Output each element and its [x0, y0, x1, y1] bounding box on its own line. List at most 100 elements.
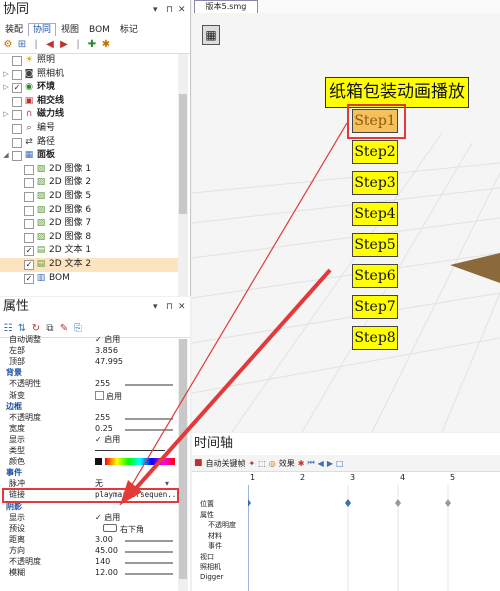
close-icon[interactable]: ✕ — [178, 0, 186, 20]
step-button[interactable]: Step3 — [352, 171, 398, 195]
tree-item[interactable]: ▷ ✓ ◉ 环境 — [0, 81, 178, 95]
checkbox[interactable] — [95, 390, 104, 400]
pin-icon[interactable]: ⊓ — [166, 297, 173, 317]
property-row[interactable]: 自动调整 ✓ 启用 — [0, 335, 178, 346]
visibility-checkbox[interactable]: ✓ — [24, 246, 34, 257]
step-button[interactable]: Step5 — [352, 233, 398, 257]
category-icon[interactable]: ☷ — [2, 323, 14, 335]
tree-item[interactable]: ▷ ∩ 磁力线 — [0, 108, 178, 122]
property-row[interactable]: 颜色 — [0, 457, 178, 468]
line-type-select[interactable] — [95, 446, 165, 457]
property-row[interactable]: 链接 playmarkersequen... — [0, 490, 181, 501]
tree-item[interactable]: ◢ ▦ 面板 — [0, 149, 178, 163]
refresh-icon[interactable]: ↻ — [30, 323, 42, 335]
visibility-checkbox[interactable] — [24, 191, 34, 202]
film-icon[interactable]: ▦ — [202, 25, 220, 45]
camera-key-icon[interactable]: ◎ — [269, 459, 276, 468]
expand-icon[interactable]: ▷ — [2, 108, 10, 122]
document-tab[interactable]: 版本5.smg — [194, 0, 258, 13]
tree-item[interactable]: ▨ 2D 图像 8 — [0, 231, 178, 245]
dropdown-icon[interactable]: ▾ — [153, 297, 158, 317]
property-row[interactable]: 不透明度 255 — [0, 413, 178, 424]
property-value[interactable]: 0.25 — [95, 424, 113, 435]
property-value[interactable]: 启用 — [95, 390, 122, 403]
tree-scrollbar[interactable] — [178, 54, 188, 296]
visibility-checkbox[interactable]: ✓ — [24, 259, 34, 270]
track-label[interactable]: Digger — [200, 573, 223, 581]
track-label[interactable]: 事件 — [208, 541, 222, 551]
visibility-checkbox[interactable] — [24, 164, 34, 175]
properties-scrollbar[interactable] — [178, 339, 188, 591]
property-value[interactable]: 45.00 — [95, 546, 118, 557]
move-left-icon[interactable]: ◀ — [44, 39, 56, 51]
step-button[interactable]: Step6 — [352, 264, 398, 288]
scroll-thumb[interactable] — [179, 94, 187, 214]
property-row[interactable]: 不透明性 255 — [0, 379, 178, 390]
property-value[interactable]: 255 — [95, 379, 110, 390]
pin-icon[interactable]: ⊓ — [166, 0, 173, 20]
property-value[interactable]: ✓ 启用 — [95, 513, 120, 524]
stop-icon[interactable]: □ — [336, 459, 344, 468]
property-value[interactable]: 255 — [95, 413, 110, 424]
property-row[interactable]: 方向 45.00 — [0, 546, 178, 557]
add-icon[interactable]: ✚ — [86, 39, 98, 51]
visibility-checkbox[interactable] — [12, 110, 22, 121]
timeline-ruler[interactable]: 1 2 3 4 5 — [248, 473, 500, 485]
expand-icon[interactable]: ▷ — [2, 81, 10, 95]
stage[interactable]: ▦ 纸箱包装动画播放 Step1 Step2 Step3 Step4 Step5 Step… — [192, 13, 500, 432]
visibility-checkbox[interactable] — [24, 178, 34, 189]
group-icon[interactable]: ⊞ — [16, 39, 28, 51]
value-slider[interactable] — [125, 562, 173, 564]
tree-item[interactable]: ⇄ 路径 — [0, 136, 178, 150]
record-icon[interactable]: ■ — [194, 458, 203, 468]
visibility-checkbox[interactable] — [12, 137, 22, 148]
chevron-down-icon[interactable]: ▾ — [165, 479, 169, 490]
prev-icon[interactable]: ◀ — [318, 459, 324, 468]
track-label[interactable]: 照相机 — [200, 562, 221, 572]
dropdown-icon[interactable]: ▾ — [153, 0, 158, 20]
visibility-checkbox[interactable] — [24, 232, 34, 243]
tab-2[interactable]: 视图 — [56, 23, 84, 36]
edit-icon[interactable]: ✎ — [58, 323, 70, 335]
track-label[interactable]: 视口 — [200, 552, 214, 562]
play-icon[interactable]: ▶ — [327, 459, 333, 468]
tab-3[interactable]: BOM — [84, 23, 115, 36]
property-value[interactable]: 140 — [95, 557, 110, 568]
tree-item[interactable]: ▨ 2D 图像 6 — [0, 204, 178, 218]
property-row[interactable]: 显示 ✓ 启用 — [0, 513, 178, 524]
visibility-checkbox[interactable]: ✓ — [24, 273, 34, 284]
property-row[interactable]: 渐变 启用 — [0, 390, 178, 403]
visibility-checkbox[interactable] — [24, 205, 34, 216]
track-label[interactable]: 材料 — [208, 531, 222, 541]
value-slider[interactable] — [125, 550, 173, 553]
track-label[interactable]: 属性 — [200, 510, 214, 520]
visibility-checkbox[interactable] — [12, 96, 22, 107]
tab-1[interactable]: 协同 — [28, 23, 57, 36]
property-value[interactable]: 47.995 — [95, 357, 123, 368]
property-value[interactable]: 12.00 — [95, 568, 118, 579]
tree-item[interactable]: ⌕ 编号 — [0, 122, 178, 136]
tree-item[interactable]: ✓ ▥ BOM — [0, 272, 178, 286]
property-row[interactable]: 预设 右下角 — [0, 523, 178, 535]
close-icon[interactable]: ✕ — [178, 297, 186, 317]
property-value[interactable]: 3.856 — [95, 346, 118, 357]
property-row[interactable]: 顶部 47.995 — [0, 357, 178, 368]
visibility-checkbox[interactable] — [12, 56, 22, 66]
property-value[interactable]: ✓ 启用 — [95, 335, 120, 346]
expand-icon[interactable]: ▷ — [2, 68, 10, 82]
property-row[interactable]: 宽度 0.25 — [0, 424, 178, 435]
tree-item[interactable]: ▨ 2D 图像 7 — [0, 217, 178, 231]
export-icon[interactable]: ⎘ — [72, 323, 84, 335]
step-button[interactable]: Step7 — [352, 295, 398, 319]
step-button[interactable]: Step8 — [352, 326, 398, 350]
tree-item[interactable]: ✓ ▤ 2D 文本 2 — [0, 257, 178, 272]
tab-4[interactable]: 标记 — [115, 23, 143, 36]
move-right-icon[interactable]: ▶ — [58, 39, 70, 51]
to-start-icon[interactable]: ⏮ — [307, 458, 314, 468]
tree-item[interactable]: ☀ 照明 — [0, 54, 178, 68]
marker-icon[interactable]: ✱ — [298, 459, 305, 468]
visibility-checkbox[interactable] — [12, 69, 22, 80]
value-slider[interactable] — [125, 573, 173, 576]
value-slider[interactable] — [125, 417, 173, 420]
options-icon[interactable]: ✱ — [100, 39, 112, 51]
